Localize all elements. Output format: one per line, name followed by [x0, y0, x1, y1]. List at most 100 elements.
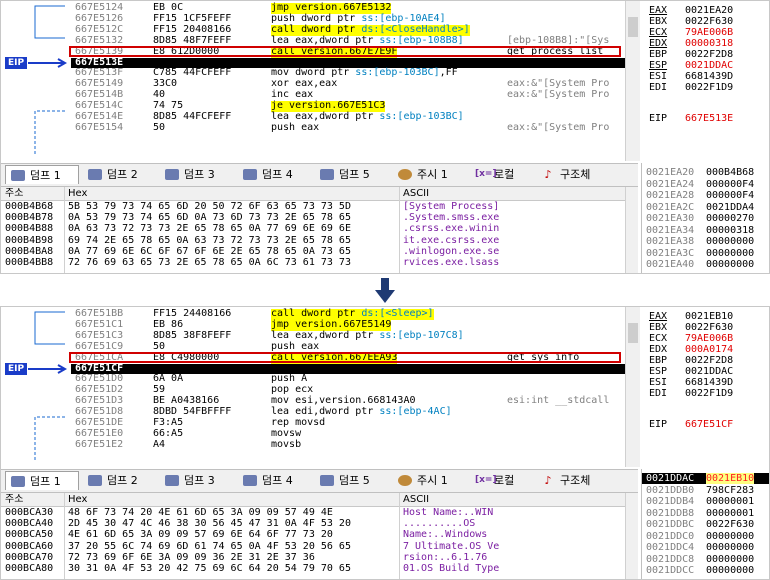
tab-locals-7[interactable]: [x=] 로컬 [470, 471, 532, 490]
jump-arrows-icon [34, 5, 65, 156]
register-row[interactable]: ESP 0021DDAC [649, 60, 769, 71]
stack-value: 00000000 [706, 553, 755, 565]
stack-row[interactable]: 0021EA38 00000000 [642, 236, 769, 247]
stack-value: 00000000 [706, 530, 755, 542]
dump-hex-bytes: 37 20 55 6C 74 69 6D 61 74 65 0A 4F 53 2… [68, 540, 351, 552]
dump-scrollbar[interactable] [625, 493, 638, 579]
stack-address: 0021DDC0 [646, 530, 695, 542]
stack-row[interactable]: 0021EA28 000000F4 [642, 190, 769, 201]
eip-marker: EIP [5, 362, 27, 375]
stack-row[interactable]: 0021DDB4 00000001 [642, 496, 769, 507]
stack-row[interactable]: 0021DDC0 00000000 [642, 530, 769, 542]
dump-row[interactable]: 000BCA80 30 31 0A 4F 53 20 42 75 69 6C 64… [1, 563, 638, 574]
scrollbar-thumb[interactable] [628, 17, 638, 37]
scrollbar-thumb[interactable] [628, 323, 638, 343]
register-row[interactable]: EBP 0022F2D8 [649, 49, 769, 60]
dump-row[interactable]: 000BCA70 72 73 69 6F 6E 3A 09 09 36 2E 31… [1, 552, 638, 563]
dump-icon [320, 169, 334, 180]
tab-dump-5[interactable]: 덤프 5 [315, 165, 389, 184]
dump-hex-bytes: 72 73 69 6F 6E 3A 09 09 36 2E 31 2E 37 3… [68, 551, 315, 563]
dump-row[interactable]: 000B4BB8 72 76 69 63 65 73 2E 65 78 65 0A… [1, 257, 638, 268]
dump-row[interactable]: 000B4B68 5B 53 79 73 74 65 6D 20 50 72 6F… [1, 201, 638, 212]
stack-row[interactable]: 0021EA2C 0021DDA4 [642, 202, 769, 213]
stack-row[interactable]: 0021DDCC 00000000 [642, 565, 769, 576]
dump-address: 000B4B88 [5, 223, 54, 235]
dump-ascii: 01.OS Build Type [403, 563, 500, 574]
stack-row[interactable]: 0021EA3C 00000000 [642, 247, 769, 259]
register-value: 79AE006B [685, 333, 734, 344]
register-row[interactable]: EIP 667E513E [649, 113, 769, 124]
dump-ascii: ..........OS [403, 518, 476, 530]
register-row[interactable]: ECX 79AE006B [649, 27, 769, 38]
disasm-scrollbar[interactable] [625, 307, 640, 467]
tab-dump-5[interactable]: 덤프 5 [315, 471, 389, 490]
dump-hex-bytes: 72 76 69 63 65 73 2E 65 78 65 0A 6C 73 6… [68, 257, 351, 268]
register-row[interactable]: EDI 0022F1D9 [649, 388, 769, 399]
instruction-mnemonic: push eax [271, 121, 320, 133]
dump-row[interactable]: 000B4BA8 0A 77 69 6E 6C 6F 67 6F 6E 2E 65… [1, 246, 638, 257]
register-value: 0022F1D9 [685, 388, 734, 399]
stack-row[interactable]: 0021EA30 00000270 [642, 213, 769, 224]
tab-struct-8[interactable]: ♪ 구조체 [536, 165, 606, 184]
disasm-row[interactable]: 667E51E2 A4 movsb [71, 439, 626, 451]
stack-row[interactable]: 0021EA20 000B4B68 [642, 167, 769, 178]
stack-row[interactable]: 0021DDB0 798CF283 [642, 485, 769, 496]
dump-row[interactable]: 000BCA40 2D 45 30 47 4C 46 38 30 56 45 47… [1, 518, 638, 529]
stack-row[interactable]: 0021DDBC 0022F630 [642, 519, 769, 530]
register-value: 667E51CF [685, 419, 734, 430]
dump-header-ascii: ASCII [403, 494, 430, 505]
tab-watch-6[interactable]: 주시 1 [393, 165, 466, 184]
dump-scrollbar[interactable] [625, 187, 638, 273]
tab-dump-2[interactable]: 덤프 2 [83, 471, 156, 490]
tab-watch-6[interactable]: 주시 1 [393, 471, 466, 490]
dump-row[interactable]: 000BCA50 4E 61 6D 65 3A 09 09 57 69 6E 64… [1, 529, 638, 540]
register-row[interactable]: EAX 0021EA20 [649, 5, 769, 16]
disasm-row[interactable]: 667E5154 50 push eax eax:&"[System Pro [71, 121, 626, 134]
dump-row[interactable]: 000BCA30 48 6F 73 74 20 4E 61 6D 65 3A 09… [1, 507, 638, 518]
register-row[interactable]: EBX 0022F630 [649, 322, 769, 333]
stack-row[interactable]: 0021EA34 00000318 [642, 225, 769, 236]
stack-row[interactable]: 0021DDAC 0021EB10 [642, 473, 769, 484]
tab-dump-4[interactable]: 덤프 4 [238, 165, 311, 184]
dump-row[interactable]: 000B4B98 69 74 2E 65 78 65 0A 63 73 72 73… [1, 235, 638, 246]
tab-struct-8[interactable]: ♪ 구조체 [536, 471, 606, 490]
tab-dump-4[interactable]: 덤프 4 [238, 471, 311, 490]
disassembly-view[interactable]: 667E51BB FF15 24408166 call dword ptr ds:[… [1, 307, 626, 467]
disasm-scrollbar[interactable] [625, 1, 640, 161]
dump-row[interactable]: 000B4B78 0A 53 79 73 74 65 6D 0A 73 6D 73… [1, 212, 638, 223]
tab-dump-3[interactable]: 덤프 3 [160, 165, 234, 184]
disassembly-view[interactable]: 667E5124 EB 0C jmp version.667E5132 667E512… [1, 1, 626, 161]
tab-dump-3[interactable]: 덤프 3 [160, 471, 234, 490]
stack-view[interactable]: 0021EA20 000B4B68 0021EA24 000000F4 0021EA28… [641, 163, 769, 273]
register-row[interactable]: EAX 0021EB10 [649, 311, 769, 322]
dump-row[interactable]: 000BCA60 37 20 55 6C 74 69 6D 61 74 65 0A… [1, 541, 638, 552]
stack-row[interactable]: 0021DDC8 00000000 [642, 553, 769, 565]
tab-dump-1[interactable]: 덤프 1 [5, 471, 79, 490]
stack-row[interactable]: 0021DDC4 00000000 [642, 542, 769, 553]
dump-hex-bytes: 0A 63 73 72 73 73 2E 65 78 65 0A 77 69 6… [68, 223, 351, 235]
dump-header-hex: Hex [68, 188, 88, 199]
register-row[interactable]: ESP 0021DDAC [649, 366, 769, 377]
locals-icon: [x=] [475, 169, 497, 179]
register-row[interactable]: EIP 667E51CF [649, 419, 769, 430]
register-row[interactable]: ECX 79AE006B [649, 333, 769, 344]
register-name: EBP [649, 49, 668, 60]
stack-row[interactable]: 0021EA24 000000F4 [642, 179, 769, 190]
hex-dump-view[interactable]: 주소 Hex ASCII 000BCA30 48 6F 73 74 20 4E 61 6… [1, 493, 638, 579]
tab-dump-1[interactable]: 덤프 1 [5, 165, 79, 184]
register-row[interactable]: EDX 00000318 [649, 38, 769, 49]
register-row[interactable]: EBP 0022F2D8 [649, 355, 769, 366]
stack-address: 0021EA3C [646, 247, 695, 259]
dump-row[interactable]: 000B4B88 0A 63 73 72 73 73 2E 65 78 65 0A… [1, 223, 638, 234]
stack-row[interactable]: 0021EA40 00000000 [642, 259, 769, 270]
stack-view[interactable]: 0021DDAC 0021EB10 0021DDB0 798CF283 0021DDB4… [641, 469, 769, 579]
register-row[interactable]: ESI 6681439D [649, 377, 769, 388]
register-row[interactable]: EDI 0022F1D9 [649, 82, 769, 93]
tab-locals-7[interactable]: [x=] 로컬 [470, 165, 532, 184]
register-row[interactable]: EBX 0022F630 [649, 16, 769, 27]
register-row[interactable]: ESI 6681439D [649, 71, 769, 82]
register-row[interactable]: EDX 000A0174 [649, 344, 769, 355]
stack-row[interactable]: 0021DDB8 00000001 [642, 508, 769, 519]
tab-dump-2[interactable]: 덤프 2 [83, 165, 156, 184]
hex-dump-view[interactable]: 주소 Hex ASCII 000B4B68 5B 53 79 73 74 65 6D 2… [1, 187, 638, 273]
